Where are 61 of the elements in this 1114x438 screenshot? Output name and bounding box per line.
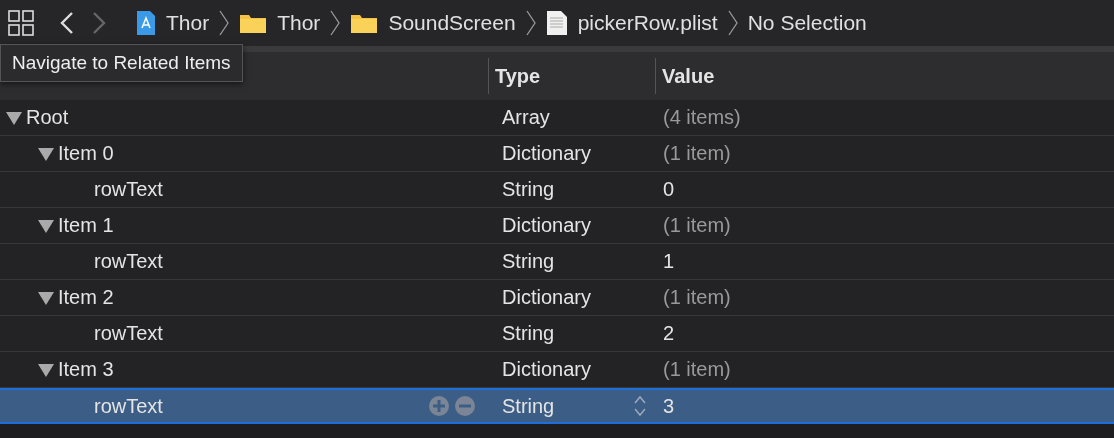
back-icon[interactable] (60, 11, 74, 35)
app-file-icon (136, 10, 156, 36)
chevron-icon (525, 10, 536, 36)
key-text: Item 0 (58, 142, 114, 165)
key-text: Root (26, 106, 69, 129)
table-row[interactable]: rowText String 3 (0, 388, 1114, 424)
breadcrumb-item[interactable]: No Selection (747, 11, 867, 35)
column-header[interactable]: Type (495, 64, 541, 88)
key-text: rowText (94, 394, 163, 418)
breadcrumb-item[interactable]: Thor (277, 11, 321, 35)
chevron-icon (219, 10, 230, 36)
related-items-icon[interactable] (8, 10, 34, 36)
type-text: Dictionary (502, 358, 591, 381)
type-text: Dictionary (502, 214, 591, 237)
table-row[interactable]: Item 2 Dictionary (1 item) (0, 280, 1114, 316)
type-text: String (502, 250, 555, 273)
chevron-icon (727, 10, 738, 36)
column-header[interactable]: Value (662, 64, 715, 88)
table-row[interactable]: Root Array (4 items) (0, 100, 1114, 136)
type-text: Array (502, 106, 550, 129)
type-text: String (502, 322, 555, 345)
document-icon (545, 10, 568, 36)
stepper-icon[interactable] (633, 394, 647, 418)
forward-icon[interactable] (92, 11, 106, 35)
folder-icon (239, 12, 268, 34)
value-text: 0 (663, 178, 675, 200)
key-text: Item 1 (58, 214, 114, 237)
disclosure-triangle-icon[interactable] (38, 362, 54, 377)
key-text: Item 2 (58, 286, 114, 309)
table-row[interactable]: Item 1 Dictionary (1 item) (0, 208, 1114, 244)
breadcrumb-item[interactable]: Thor (166, 11, 210, 35)
type-text: String (502, 394, 555, 418)
key-text: rowText (94, 178, 163, 201)
value-text: (1 item) (663, 358, 731, 380)
breadcrumb-item[interactable]: SoundScreen (388, 11, 516, 35)
key-text: rowText (94, 250, 163, 273)
value-text: 1 (663, 250, 675, 272)
type-text: String (502, 178, 555, 201)
disclosure-triangle-icon[interactable] (38, 146, 54, 161)
value-text: (1 item) (663, 286, 731, 308)
type-text: Dictionary (502, 142, 591, 165)
table-row[interactable]: rowText String 2 (0, 316, 1114, 352)
disclosure-triangle-icon[interactable] (38, 290, 54, 305)
table-row[interactable]: rowText String 0 (0, 172, 1114, 208)
key-text: Item 3 (58, 358, 114, 381)
tooltip: Navigate to Related Items (0, 44, 243, 82)
chevron-icon (330, 10, 341, 36)
value-text: 3 (663, 394, 675, 417)
disclosure-triangle-icon[interactable] (38, 218, 54, 233)
folder-icon (350, 12, 379, 34)
value-text: (1 item) (663, 142, 731, 164)
table-row[interactable]: Item 3 Dictionary (1 item) (0, 352, 1114, 388)
table-row[interactable]: Item 0 Dictionary (1 item) (0, 136, 1114, 172)
value-text: (4 items) (663, 106, 741, 128)
type-text: Dictionary (502, 286, 591, 309)
value-text: (1 item) (663, 214, 731, 236)
value-text: 2 (663, 322, 675, 344)
breadcrumb-item[interactable]: pickerRow.plist (577, 11, 718, 35)
disclosure-triangle-icon[interactable] (6, 110, 22, 125)
table-row[interactable]: rowText String 1 (0, 244, 1114, 280)
key-text: rowText (94, 322, 163, 345)
